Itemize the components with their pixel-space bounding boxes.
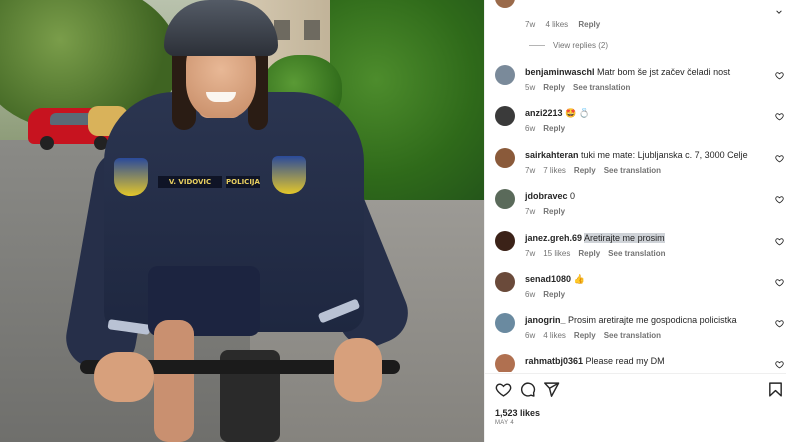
post-date: MAY 4 (495, 420, 514, 426)
view-replies-button[interactable]: View replies (2) (529, 41, 608, 50)
see-translation-button[interactable]: See translation (608, 249, 665, 258)
heart-icon[interactable] (775, 195, 784, 204)
reply-button[interactable]: Reply (574, 331, 596, 340)
bookmark-icon[interactable] (767, 381, 784, 398)
post-photo: V. VIDOVIC POLICIJA (0, 0, 484, 442)
comment-username[interactable]: janogrin_ (525, 315, 566, 325)
see-translation-button[interactable]: See translation (604, 331, 661, 340)
reply-button[interactable]: Reply (543, 207, 565, 216)
comment-meta: 6w Reply (525, 124, 566, 133)
comment-username[interactable]: anzi2213 (525, 108, 563, 118)
comment-text: 🤩 💍 (565, 108, 590, 118)
comment-text: 👍 (573, 274, 585, 284)
heart-icon[interactable] (775, 319, 784, 328)
comment-meta: 5w Reply See translation (525, 83, 631, 92)
comment-username[interactable]: sairkahteran (525, 150, 579, 160)
avatar[interactable] (495, 0, 515, 8)
avatar[interactable] (495, 106, 515, 126)
comment-meta: 7w 7 likes Reply See translation (525, 166, 662, 175)
comment-meta: 7w Reply (525, 207, 566, 216)
reply-button[interactable]: Reply (578, 20, 600, 29)
comment-text: Matr bom še jst začev čeladi nost (597, 67, 731, 77)
heart-icon[interactable] (775, 278, 784, 287)
avatar[interactable] (495, 231, 515, 251)
post-actions: 1,523 likes MAY 4 (485, 373, 786, 442)
heart-icon[interactable] (775, 112, 784, 121)
avatar[interactable] (495, 65, 515, 85)
heart-icon[interactable] (775, 360, 784, 369)
police-badge-left (114, 158, 148, 196)
reply-button[interactable]: Reply (543, 290, 565, 299)
name-tag: V. VIDOVIC (158, 176, 222, 188)
likes-count[interactable]: 1,523 likes (495, 408, 540, 418)
avatar[interactable] (495, 272, 515, 292)
comment-meta: 6w Reply (525, 290, 566, 299)
avatar[interactable] (495, 354, 515, 372)
heart-icon[interactable] (495, 381, 512, 398)
reply-button[interactable]: Reply (578, 249, 600, 258)
see-translation-button[interactable]: See translation (573, 83, 630, 92)
heart-icon[interactable] (775, 71, 784, 80)
reply-button[interactable]: Reply (543, 83, 565, 92)
heart-icon[interactable] (775, 154, 784, 163)
police-badge-right (272, 156, 306, 194)
comment-username[interactable]: jdobravec (525, 191, 568, 201)
reply-button[interactable]: Reply (574, 166, 596, 175)
chevron-down-icon[interactable] (775, 8, 783, 16)
send-icon[interactable] (543, 381, 560, 398)
avatar[interactable] (495, 313, 515, 333)
reply-button[interactable]: Reply (543, 124, 565, 133)
comment-username[interactable]: benjaminwaschl (525, 67, 595, 77)
comment-meta: 7w 15 likes Reply See translation (525, 249, 666, 258)
comment-text: 0 (570, 191, 576, 201)
comment-username[interactable]: janez.greh.69 (525, 233, 582, 243)
see-translation-button[interactable]: See translation (604, 166, 661, 175)
photo-cyclist: V. VIDOVIC POLICIJA (61, 0, 417, 442)
comment-text: tuki me mate: Ljubljanska c. 7, 3000 Cel… (581, 150, 748, 160)
avatar[interactable] (495, 148, 515, 168)
comment-icon[interactable] (519, 381, 536, 398)
comments-list[interactable]: 7w 4 likes Reply View replies (2) benjam… (485, 0, 786, 372)
comment-meta: 6w 4 likes Reply See translation (525, 331, 662, 340)
comment-text: Prosim aretirajte me gospodicna policist… (568, 315, 737, 325)
comment-text: Aretirajte me prosim (584, 233, 665, 243)
comment-username[interactable]: rahmatbj0361 (525, 356, 583, 366)
comment-text: Please read my DM (585, 356, 665, 366)
police-tag: POLICIJA (226, 176, 260, 188)
heart-icon[interactable] (775, 237, 784, 246)
comments-panel: 7w 4 likes Reply View replies (2) benjam… (484, 0, 786, 442)
comment-username[interactable]: senad1080 (525, 274, 571, 284)
comment-meta: 7w 4 likes Reply (525, 20, 601, 29)
avatar[interactable] (495, 189, 515, 209)
